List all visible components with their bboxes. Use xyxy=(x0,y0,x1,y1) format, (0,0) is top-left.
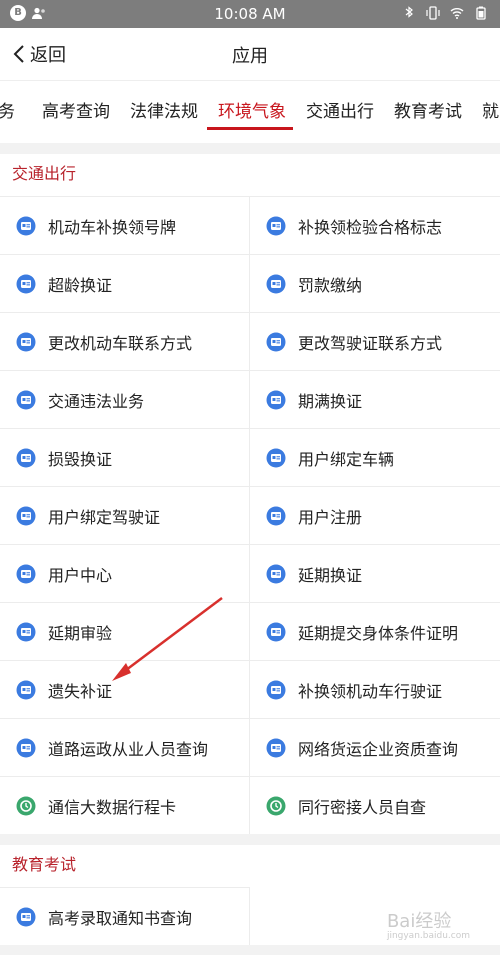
battery-icon xyxy=(476,6,486,20)
wifi-icon xyxy=(450,8,464,19)
service-item[interactable]: 补换领机动车行驶证 xyxy=(250,660,500,718)
service-item-label: 期满换证 xyxy=(298,391,363,411)
lost-card-icon xyxy=(16,680,36,700)
service-item[interactable]: 延期审验 xyxy=(0,602,250,660)
service-item[interactable]: 通信大数据行程卡 xyxy=(0,776,250,834)
service-item[interactable]: 交通违法业务 xyxy=(0,370,250,428)
category-tabs: 务 高考查询 法律法规 环境气象 交通出行 教育考试 就 xyxy=(0,80,500,143)
watermark-sub: jingyan.baidu.com xyxy=(386,931,470,941)
service-item[interactable]: 损毁换证 xyxy=(0,428,250,486)
admission-letter-icon xyxy=(16,907,36,927)
service-item[interactable]: 更改机动车联系方式 xyxy=(0,312,250,370)
service-item-label: 超龄换证 xyxy=(48,275,113,295)
service-item[interactable]: 遗失补证 xyxy=(0,660,250,718)
service-item[interactable]: 道路运政从业人员查询 xyxy=(0,718,250,776)
tab-partial-right[interactable]: 就 xyxy=(482,97,499,122)
edit-document-icon xyxy=(16,332,36,352)
service-grid: 机动车补换领号牌 补换领检验合格标志超龄换证 罚款缴纳更改机动车联系方式 更改驾驶证联… xyxy=(0,196,500,834)
trip-card-icon xyxy=(16,796,36,816)
service-item-label: 用户绑定驾驶证 xyxy=(48,507,161,527)
contacts-check-icon xyxy=(266,796,286,816)
truck-query-icon xyxy=(266,738,286,758)
license-bind-icon xyxy=(16,506,36,526)
service-item-label: 补换领检验合格标志 xyxy=(298,217,443,237)
service-item[interactable]: 同行密接人员自查 xyxy=(250,776,500,834)
service-item[interactable]: 用户注册 xyxy=(250,486,500,544)
service-item-label: 同行密接人员自查 xyxy=(298,797,427,817)
tab-transport[interactable]: 交通出行 xyxy=(306,97,374,122)
service-item-label: 罚款缴纳 xyxy=(298,275,363,295)
service-item[interactable]: 高考录取通知书查询 xyxy=(0,887,250,945)
service-item[interactable]: 延期换证 xyxy=(250,544,500,602)
staff-query-icon xyxy=(16,738,36,758)
tab-education-exam[interactable]: 教育考试 xyxy=(394,97,462,122)
watermark-text: Bai经验 xyxy=(386,911,452,932)
service-item-label: 高考录取通知书查询 xyxy=(48,908,193,928)
service-item[interactable]: 用户绑定车辆 xyxy=(250,428,500,486)
section-title: 交通出行 xyxy=(12,164,77,183)
section-title: 教育考试 xyxy=(12,855,77,874)
service-item[interactable]: 机动车补换领号牌 xyxy=(0,196,250,254)
id-card-icon xyxy=(16,274,36,294)
watermark: Bai经验 jingyan.baidu.com xyxy=(387,907,470,941)
active-tab-indicator xyxy=(207,127,293,130)
damaged-card-icon xyxy=(16,448,36,468)
status-bar: B 10:08 AM xyxy=(0,0,500,28)
service-item-label: 交通违法业务 xyxy=(48,391,145,411)
service-item-label: 用户注册 xyxy=(298,507,363,527)
service-item-label: 通信大数据行程卡 xyxy=(48,797,177,817)
pencil-icon xyxy=(266,332,286,352)
card-icon xyxy=(266,390,286,410)
service-item-label: 更改驾驶证联系方式 xyxy=(298,333,443,353)
service-item-label: 机动车补换领号牌 xyxy=(48,217,177,237)
vibrate-icon xyxy=(426,6,440,20)
page-title: 应用 xyxy=(232,46,268,67)
money-bag-icon xyxy=(266,274,286,294)
health-document-icon xyxy=(266,622,286,642)
clock-icon xyxy=(16,622,36,642)
service-item[interactable]: 期满换证 xyxy=(250,370,500,428)
service-item[interactable]: 超龄换证 xyxy=(0,254,250,312)
service-item-label: 延期换证 xyxy=(298,565,363,585)
user-icon xyxy=(16,564,36,584)
tab-laws[interactable]: 法律法规 xyxy=(130,97,198,122)
service-item[interactable]: 延期提交身体条件证明 xyxy=(250,602,500,660)
service-item[interactable]: 用户绑定驾驶证 xyxy=(0,486,250,544)
section-transport: 交通出行 机动车补换领号牌 补换领检验合格标志超龄换证 罚款缴纳更改机动车联系方式 更… xyxy=(0,154,500,834)
license-plate-icon xyxy=(16,216,36,236)
bluetooth-icon xyxy=(405,6,413,18)
tab-gaokao-query[interactable]: 高考查询 xyxy=(42,97,110,122)
car-bind-icon xyxy=(266,448,286,468)
service-item-label: 用户绑定车辆 xyxy=(298,449,395,469)
service-item-label: 道路运政从业人员查询 xyxy=(48,739,209,759)
service-item[interactable]: 更改驾驶证联系方式 xyxy=(250,312,500,370)
service-item[interactable]: 补换领检验合格标志 xyxy=(250,196,500,254)
tab-environment-weather[interactable]: 环境气象 xyxy=(218,97,286,122)
service-item-label: 延期提交身体条件证明 xyxy=(298,623,459,643)
service-item[interactable]: 罚款缴纳 xyxy=(250,254,500,312)
service-item-label: 网络货运企业资质查询 xyxy=(298,739,459,759)
service-item-label: 补换领机动车行驶证 xyxy=(298,681,443,701)
service-item[interactable]: 用户中心 xyxy=(0,544,250,602)
vehicle-license-icon xyxy=(266,680,286,700)
service-item-label: 更改机动车联系方式 xyxy=(48,333,193,353)
service-item-label: 用户中心 xyxy=(48,565,113,585)
car-icon xyxy=(16,390,36,410)
extend-card-icon xyxy=(266,564,286,584)
tab-partial-left[interactable]: 务 xyxy=(0,97,15,122)
service-item-label: 延期审验 xyxy=(48,623,113,643)
service-item-label: 损毁换证 xyxy=(48,449,113,469)
document-icon xyxy=(266,216,286,236)
service-item-label: 遗失补证 xyxy=(48,681,113,701)
user-register-icon xyxy=(266,506,286,526)
app-header: 返回 应用 xyxy=(0,28,500,80)
service-item[interactable]: 网络货运企业资质查询 xyxy=(250,718,500,776)
